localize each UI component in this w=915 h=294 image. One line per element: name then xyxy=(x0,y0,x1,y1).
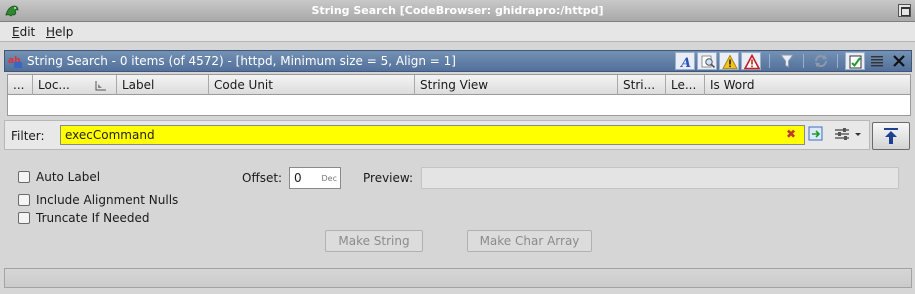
refresh-button[interactable] xyxy=(811,52,831,70)
column-header-length[interactable]: Le... xyxy=(666,75,705,95)
auto-label-checkbox[interactable]: Auto Label xyxy=(18,170,100,184)
svg-text:A: A xyxy=(679,56,691,70)
column-header-string-view[interactable]: String View xyxy=(415,75,618,95)
window-title: String Search [CodeBrowser: ghidrapro:/h… xyxy=(311,4,604,17)
filter-options-button[interactable] xyxy=(777,52,797,70)
toolbar-separator xyxy=(769,54,770,68)
column-header-is-word[interactable]: Is Word xyxy=(705,75,910,95)
menubar: Edit Help xyxy=(0,22,915,42)
warning-icon xyxy=(722,54,738,69)
filter-options-icon-button[interactable] xyxy=(807,125,827,145)
offset-value: 0 xyxy=(294,171,302,185)
checkbox-box[interactable] xyxy=(18,194,30,206)
panel-title: String Search - 0 items (of 4572) - [htt… xyxy=(27,54,456,68)
table-view-button[interactable] xyxy=(867,52,887,70)
make-string-options: Auto Label Include Alignment Nulls Trunc… xyxy=(4,154,912,264)
error-icon xyxy=(744,54,760,70)
preview-label: Preview: xyxy=(363,171,414,185)
error-toggle-button[interactable] xyxy=(741,52,761,70)
column-header-label[interactable]: Label xyxy=(117,75,209,95)
filter-bar: Filter: ✖ xyxy=(4,120,870,150)
sort-icon xyxy=(95,81,106,91)
results-table[interactable]: ... Loc... Label Code Unit String View S… xyxy=(7,74,911,116)
window-titlebar[interactable]: String Search [CodeBrowser: ghidrapro:/h… xyxy=(0,0,915,22)
font-toggle-button[interactable]: A xyxy=(675,52,695,70)
table-header: ... Loc... Label Code Unit String View S… xyxy=(8,75,910,95)
preview-field xyxy=(421,167,899,189)
string-search-icon: ab xyxy=(8,56,22,68)
sliders-icon xyxy=(835,128,861,140)
make-char-array-button[interactable]: Make Char Array xyxy=(467,230,592,252)
menu-help[interactable]: Help xyxy=(46,25,73,39)
toolbar-separator xyxy=(837,54,838,68)
menu-edit[interactable]: Edit xyxy=(12,25,35,39)
column-header-code-unit[interactable]: Code Unit xyxy=(209,75,415,95)
string-search-panel-header: ab String Search - 0 items (of 4572) - [… xyxy=(4,50,912,72)
include-alignment-nulls-checkbox[interactable]: Include Alignment Nulls xyxy=(18,193,178,207)
make-string-button[interactable]: Make String xyxy=(325,230,423,252)
filter-strategy-dropdown[interactable] xyxy=(833,125,865,145)
list-icon xyxy=(871,56,883,67)
checkbox-box[interactable] xyxy=(18,171,30,183)
warning-toggle-button[interactable] xyxy=(719,52,739,70)
clear-filter-icon[interactable]: ✖ xyxy=(786,127,796,141)
truncate-if-needed-text: Truncate If Needed xyxy=(36,211,150,225)
close-icon xyxy=(893,55,905,67)
arrow-up-to-line-icon xyxy=(884,128,898,144)
offset-field[interactable]: 0 Dec xyxy=(289,167,341,189)
make-string-toggle-button[interactable] xyxy=(845,52,865,70)
make-string-icon xyxy=(849,55,862,69)
offset-unit: Dec xyxy=(321,174,337,183)
magnify-toggle-button[interactable] xyxy=(697,52,717,70)
magnify-icon xyxy=(701,55,716,69)
maximize-button[interactable] xyxy=(898,4,911,17)
column-header-string-type[interactable]: Stri... xyxy=(618,75,666,95)
funnel-icon xyxy=(780,54,794,68)
close-panel-button[interactable] xyxy=(889,52,909,70)
font-icon: A xyxy=(679,56,691,70)
truncate-if-needed-checkbox[interactable]: Truncate If Needed xyxy=(18,211,150,225)
checkbox-box[interactable] xyxy=(18,212,30,224)
status-bar xyxy=(4,268,912,288)
go-to-top-button[interactable] xyxy=(872,122,910,150)
toolbar-separator xyxy=(803,54,804,68)
filter-input[interactable] xyxy=(60,125,805,145)
include-alignment-nulls-text: Include Alignment Nulls xyxy=(36,193,179,207)
refresh-icon xyxy=(815,54,827,68)
filter-label: Filter: xyxy=(11,129,45,143)
column-header[interactable]: ... xyxy=(8,75,33,95)
offset-label: Offset: xyxy=(242,171,283,185)
auto-label-text: Auto Label xyxy=(36,170,101,184)
filter-settings-icon xyxy=(808,126,823,141)
